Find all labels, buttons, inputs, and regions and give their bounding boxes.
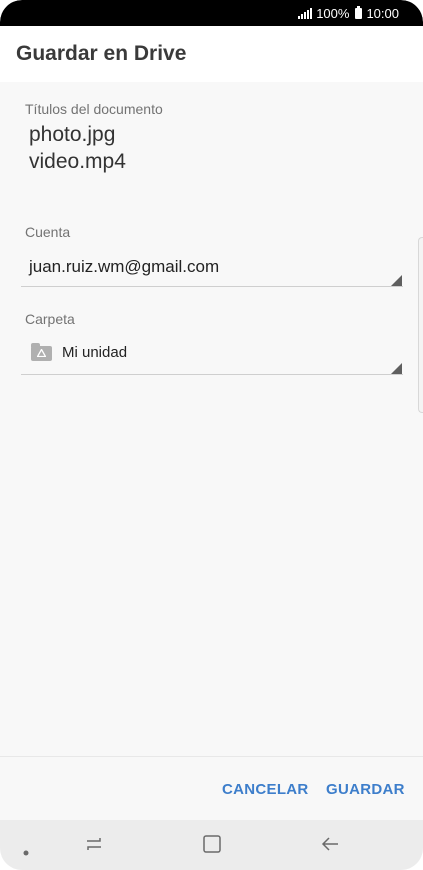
status-bar: 100% 10:00: [0, 0, 423, 26]
home-icon[interactable]: [202, 834, 222, 859]
recent-apps-icon[interactable]: [84, 834, 104, 859]
title-bar: Guardar en Drive: [0, 26, 423, 82]
save-button[interactable]: GUARDAR: [326, 781, 405, 798]
back-icon[interactable]: [320, 834, 340, 859]
battery-percent: 100%: [316, 5, 350, 21]
document-title-2[interactable]: video.mp4: [29, 150, 126, 174]
screen: 100% 10:00 Guardar en Drive Títulos del …: [0, 0, 423, 870]
account-label: Cuenta: [25, 224, 71, 240]
battery-icon: [355, 5, 363, 19]
account-dropdown-arrow-icon[interactable]: [391, 275, 402, 286]
cancel-button[interactable]: CANCELAR: [222, 781, 309, 798]
navigation-bar: [0, 820, 423, 870]
status-indicators: 100% 10:00: [298, 5, 399, 21]
dot-icon[interactable]: [23, 843, 29, 861]
documents-label: Títulos del documento: [25, 101, 163, 117]
signal-icon: [298, 7, 313, 19]
folder-label: Carpeta: [25, 311, 75, 327]
account-underline: [21, 286, 403, 287]
account-select[interactable]: juan.ruiz.wm@gmail.com: [29, 257, 219, 277]
document-title-1[interactable]: photo.jpg: [29, 123, 115, 147]
page-title: Guardar en Drive: [16, 42, 187, 65]
action-bar: CANCELAR GUARDAR: [0, 756, 423, 821]
save-form: Títulos del documento photo.jpg video.mp…: [0, 82, 423, 756]
edge-panel-handle[interactable]: [418, 237, 423, 413]
folder-dropdown-arrow-icon[interactable]: [391, 363, 402, 374]
folder-select[interactable]: Mi unidad: [62, 344, 127, 361]
drive-folder-icon: [31, 343, 52, 361]
folder-underline: [21, 374, 403, 375]
clock: 10:00: [366, 5, 399, 21]
